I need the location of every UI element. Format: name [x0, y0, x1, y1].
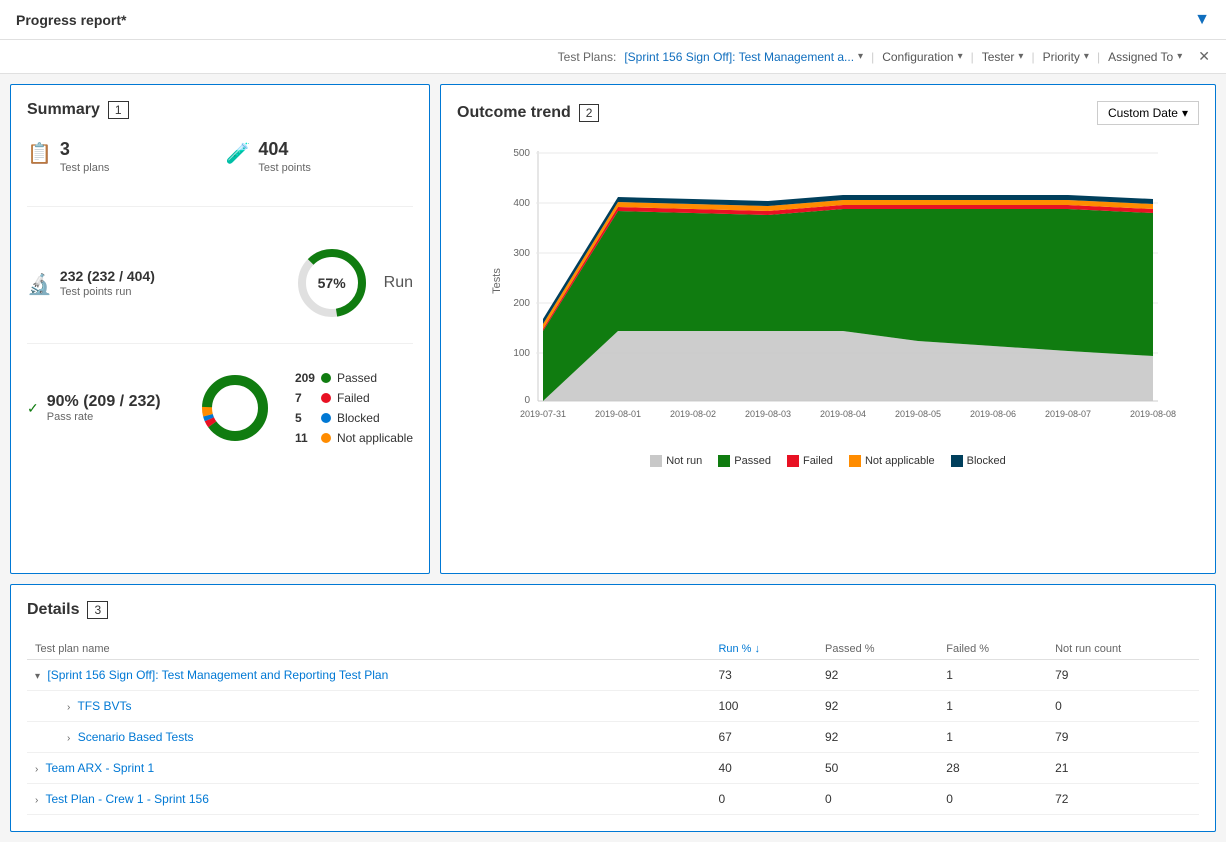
app-title: Progress report*: [16, 12, 126, 28]
expand-button[interactable]: ›: [35, 764, 38, 775]
table-row: › Scenario Based Tests 67 92 1 79: [27, 722, 1199, 753]
expand-button[interactable]: ▾: [35, 671, 40, 682]
outcome-trend-number: 2: [579, 104, 600, 122]
col-run-percent[interactable]: Run % ↓: [710, 639, 817, 660]
chevron-down-icon-4: ▾: [1084, 51, 1089, 62]
svg-text:2019-08-05: 2019-08-05: [895, 409, 941, 419]
expand-button[interactable]: ›: [67, 733, 70, 744]
chevron-down-icon-date: ▾: [1182, 106, 1188, 120]
svg-text:2019-07-31: 2019-07-31: [520, 409, 566, 419]
svg-text:200: 200: [513, 298, 530, 309]
row-link[interactable]: Scenario Based Tests: [78, 730, 194, 744]
outcome-trend-title: Outcome trend: [457, 104, 571, 122]
assigned-to-label: Assigned To: [1108, 50, 1173, 64]
outcome-trend-chart: 500 400 300 200 100 0 Tests: [457, 141, 1199, 501]
svg-text:2019-08-03: 2019-08-03: [745, 409, 791, 419]
expand-button[interactable]: ›: [35, 795, 38, 806]
filter-icon[interactable]: ▼: [1194, 11, 1210, 29]
outcome-trend-panel: Outcome trend 2 Custom Date ▾ 500: [440, 84, 1216, 574]
row-link[interactable]: Test Plan - Crew 1 - Sprint 156: [45, 792, 208, 806]
table-row: ▾ [Sprint 156 Sign Off]: Test Management…: [27, 660, 1199, 691]
chevron-down-icon-3: ▾: [1018, 51, 1023, 62]
test-points-icon: 🧪: [225, 141, 250, 166]
configuration-filter[interactable]: Configuration ▾: [882, 50, 962, 64]
run-donut-chart: 57%: [292, 243, 372, 323]
run-percent: 57%: [318, 275, 346, 291]
tester-label: Tester: [982, 50, 1015, 64]
chevron-down-icon-2: ▾: [958, 51, 963, 62]
custom-date-button[interactable]: Custom Date ▾: [1097, 101, 1199, 125]
filter-divider-3: |: [1031, 50, 1034, 64]
test-plans-filter[interactable]: [Sprint 156 Sign Off]: Test Management a…: [624, 50, 863, 64]
svg-text:300: 300: [513, 248, 530, 259]
app-header: Progress report* ▼: [0, 0, 1226, 40]
pass-rate-legend: 209 Passed 7 Failed 5: [295, 371, 413, 445]
svg-text:500: 500: [513, 148, 530, 159]
svg-text:2019-08-02: 2019-08-02: [670, 409, 716, 419]
svg-text:400: 400: [513, 198, 530, 209]
test-plans-value: [Sprint 156 Sign Off]: Test Management a…: [624, 50, 854, 64]
test-points-run-label: Test points run: [60, 286, 155, 298]
row-link[interactable]: [Sprint 156 Sign Off]: Test Management a…: [47, 668, 388, 682]
col-failed-percent: Failed %: [938, 639, 1047, 660]
svg-text:2019-08-06: 2019-08-06: [970, 409, 1016, 419]
details-number: 3: [87, 601, 108, 619]
summary-title: Summary: [27, 101, 100, 119]
filter-divider-4: |: [1097, 50, 1100, 64]
filter-bar: Test Plans: [Sprint 156 Sign Off]: Test …: [0, 40, 1226, 74]
test-plans-label: Test Plans:: [558, 50, 617, 64]
test-points-run-icon: 🔬: [27, 272, 52, 297]
chevron-down-icon-5: ▾: [1177, 51, 1182, 62]
filter-divider-1: |: [871, 50, 874, 64]
pass-rate-check-icon: ✓: [27, 400, 39, 417]
test-plans-icon: 📋: [27, 141, 52, 166]
table-row: › Test Plan - Crew 1 - Sprint 156 0 0 0 …: [27, 784, 1199, 815]
table-row: › Team ARX - Sprint 1 40 50 28 21: [27, 753, 1199, 784]
details-panel: Details 3 Test plan name Run % ↓ Passed …: [10, 584, 1216, 832]
chevron-down-icon: ▾: [858, 51, 863, 62]
col-test-plan-name: Test plan name: [27, 639, 710, 660]
test-points-stat-label: Test points: [258, 162, 311, 174]
test-plans-stat-label: Test plans: [60, 162, 110, 174]
priority-filter[interactable]: Priority ▾: [1043, 50, 1089, 64]
details-title: Details: [27, 601, 79, 619]
row-link[interactable]: TFS BVTs: [77, 699, 131, 713]
configuration-label: Configuration: [882, 50, 953, 64]
pass-rate-value: 90% (209 / 232): [47, 393, 161, 411]
run-label: Run: [384, 274, 413, 292]
details-table: Test plan name Run % ↓ Passed % Failed %…: [27, 639, 1199, 815]
svg-text:2019-08-07: 2019-08-07: [1045, 409, 1091, 419]
filter-close[interactable]: ✕: [1198, 48, 1210, 65]
col-not-run-count: Not run count: [1047, 639, 1199, 660]
svg-text:2019-08-08: 2019-08-08: [1130, 409, 1176, 419]
row-link[interactable]: Team ARX - Sprint 1: [45, 761, 154, 775]
filter-divider-2: |: [971, 50, 974, 64]
assigned-to-filter[interactable]: Assigned To ▾: [1108, 50, 1182, 64]
svg-text:2019-08-04: 2019-08-04: [820, 409, 866, 419]
summary-panel: Summary 1 📋 3 Test plans 🧪 404 Test poin…: [10, 84, 430, 574]
pass-rate-label: Pass rate: [47, 411, 161, 423]
svg-text:Tests: Tests: [491, 268, 503, 294]
summary-number: 1: [108, 101, 129, 119]
priority-label: Priority: [1043, 50, 1080, 64]
svg-text:0: 0: [524, 395, 530, 406]
pass-rate-donut-chart: [195, 368, 275, 448]
svg-text:100: 100: [513, 348, 530, 359]
svg-text:2019-08-01: 2019-08-01: [595, 409, 641, 419]
chart-legend: Not run Passed Failed Not applicable: [457, 455, 1199, 467]
test-points-run-value: 232 (232 / 404): [60, 268, 155, 284]
col-passed-percent: Passed %: [817, 639, 938, 660]
test-points-count: 404: [258, 139, 311, 160]
test-plans-count: 3: [60, 139, 110, 160]
expand-button[interactable]: ›: [67, 702, 70, 713]
table-row: › TFS BVTs 100 92 1 0: [27, 691, 1199, 722]
tester-filter[interactable]: Tester ▾: [982, 50, 1024, 64]
